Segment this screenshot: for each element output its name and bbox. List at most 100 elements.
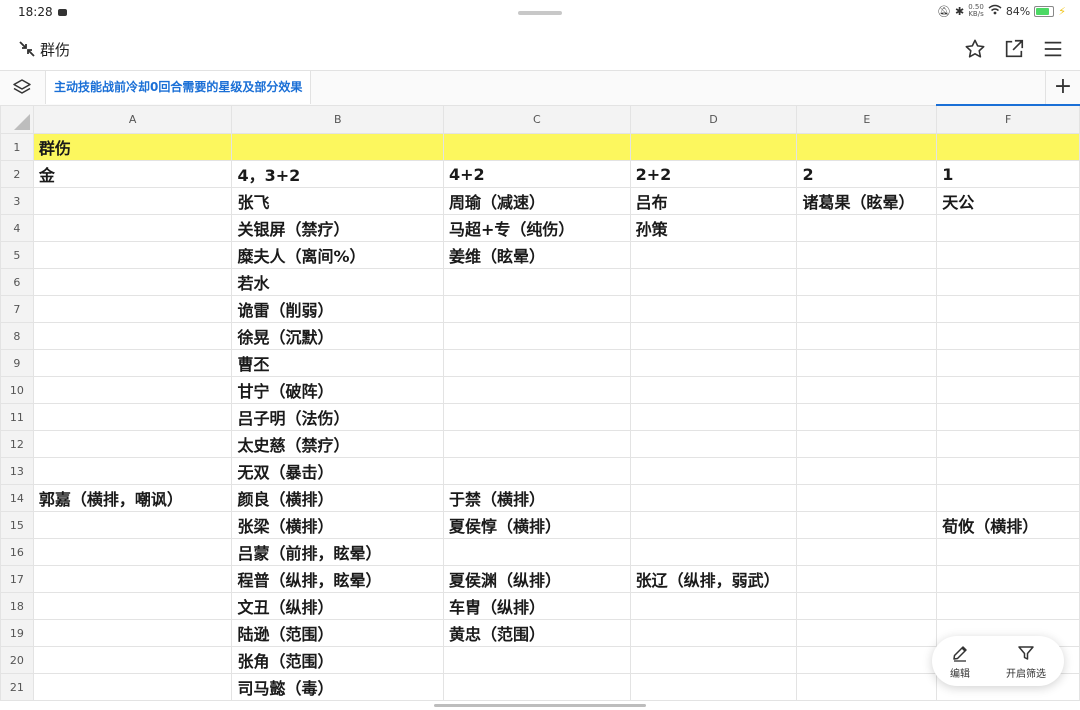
cell-c2[interactable]: 4+2 bbox=[443, 160, 631, 188]
cell-c16[interactable] bbox=[443, 538, 631, 566]
cell-a15[interactable] bbox=[32, 511, 233, 539]
cell-b18[interactable]: 文丑（纵排） bbox=[231, 592, 445, 620]
cell-c3[interactable]: 周瑜（减速） bbox=[443, 187, 631, 215]
cell-d21[interactable] bbox=[629, 673, 798, 701]
cell-a9[interactable] bbox=[32, 349, 233, 377]
cell-b17[interactable]: 程普（纵排，眩晕） bbox=[231, 565, 445, 593]
cell-b16[interactable]: 吕蒙（前排，眩晕） bbox=[231, 538, 445, 566]
cell-d16[interactable] bbox=[629, 538, 798, 566]
cell-a7[interactable] bbox=[32, 295, 233, 323]
multitask-handle[interactable] bbox=[518, 11, 562, 15]
cell-b20[interactable]: 张角（范围） bbox=[231, 646, 445, 674]
menu-icon[interactable] bbox=[1042, 38, 1064, 60]
cell-a18[interactable] bbox=[32, 592, 233, 620]
cell-a14[interactable]: 郭嘉（横排，嘲讽） bbox=[32, 484, 233, 512]
column-header-f[interactable]: F bbox=[936, 104, 1080, 134]
cell-a19[interactable] bbox=[32, 619, 233, 647]
cell-e16[interactable] bbox=[796, 538, 938, 566]
row-header[interactable]: 10 bbox=[0, 376, 34, 404]
cell-c19[interactable]: 黄忠（范围） bbox=[443, 619, 631, 647]
row-header[interactable]: 1 bbox=[0, 133, 34, 161]
cell-b1[interactable] bbox=[231, 133, 445, 161]
cell-d3[interactable]: 吕布 bbox=[629, 187, 798, 215]
row-header[interactable]: 12 bbox=[0, 430, 34, 458]
cell-c10[interactable] bbox=[443, 376, 631, 404]
cell-c17[interactable]: 夏侯渊（纵排） bbox=[443, 565, 631, 593]
cell-d2[interactable]: 2+2 bbox=[629, 160, 798, 188]
cell-e7[interactable] bbox=[796, 295, 938, 323]
select-all-corner[interactable] bbox=[0, 104, 34, 134]
cell-a4[interactable] bbox=[32, 214, 233, 242]
cell-c12[interactable] bbox=[443, 430, 631, 458]
row-header[interactable]: 16 bbox=[0, 538, 34, 566]
cell-e15[interactable] bbox=[796, 511, 938, 539]
cell-d7[interactable] bbox=[629, 295, 798, 323]
row-header[interactable]: 6 bbox=[0, 268, 34, 296]
cell-e11[interactable] bbox=[796, 403, 938, 431]
cell-e10[interactable] bbox=[796, 376, 938, 404]
cell-e21[interactable] bbox=[796, 673, 938, 701]
cell-d1[interactable] bbox=[629, 133, 798, 161]
cell-a21[interactable] bbox=[32, 673, 233, 701]
cell-d4[interactable]: 孙策 bbox=[629, 214, 798, 242]
cell-c9[interactable] bbox=[443, 349, 631, 377]
cell-a6[interactable] bbox=[32, 268, 233, 296]
row-header[interactable]: 9 bbox=[0, 349, 34, 377]
cell-d20[interactable] bbox=[629, 646, 798, 674]
cell-f12[interactable] bbox=[936, 430, 1080, 458]
cell-e9[interactable] bbox=[796, 349, 938, 377]
cell-e4[interactable] bbox=[796, 214, 938, 242]
row-header[interactable]: 20 bbox=[0, 646, 34, 674]
cell-d5[interactable] bbox=[629, 241, 798, 269]
row-header[interactable]: 11 bbox=[0, 403, 34, 431]
cell-f17[interactable] bbox=[936, 565, 1080, 593]
cell-e5[interactable] bbox=[796, 241, 938, 269]
cell-a10[interactable] bbox=[32, 376, 233, 404]
row-header[interactable]: 19 bbox=[0, 619, 34, 647]
cell-e13[interactable] bbox=[796, 457, 938, 485]
row-header[interactable]: 13 bbox=[0, 457, 34, 485]
cell-a11[interactable] bbox=[32, 403, 233, 431]
cell-a16[interactable] bbox=[32, 538, 233, 566]
cell-b15[interactable]: 张梁（横排） bbox=[231, 511, 445, 539]
horizontal-scrollbar[interactable] bbox=[434, 704, 646, 707]
cell-d15[interactable] bbox=[629, 511, 798, 539]
row-header[interactable]: 3 bbox=[0, 187, 34, 215]
row-header[interactable]: 21 bbox=[0, 673, 34, 701]
cell-e1[interactable] bbox=[796, 133, 938, 161]
row-header[interactable]: 15 bbox=[0, 511, 34, 539]
cell-b12[interactable]: 太史慈（禁疗） bbox=[231, 430, 445, 458]
cell-d6[interactable] bbox=[629, 268, 798, 296]
collapse-icon[interactable] bbox=[18, 40, 36, 58]
row-header[interactable]: 5 bbox=[0, 241, 34, 269]
cell-a5[interactable] bbox=[32, 241, 233, 269]
cell-e18[interactable] bbox=[796, 592, 938, 620]
cell-f10[interactable] bbox=[936, 376, 1080, 404]
cell-b5[interactable]: 糜夫人（离间%） bbox=[231, 241, 445, 269]
row-header[interactable]: 8 bbox=[0, 322, 34, 350]
cell-e2[interactable]: 2 bbox=[796, 160, 938, 188]
cell-b7[interactable]: 诡雷（削弱） bbox=[231, 295, 445, 323]
cell-c13[interactable] bbox=[443, 457, 631, 485]
cell-f8[interactable] bbox=[936, 322, 1080, 350]
cell-f16[interactable] bbox=[936, 538, 1080, 566]
cell-b19[interactable]: 陆逊（范围） bbox=[231, 619, 445, 647]
cell-b6[interactable]: 若水 bbox=[231, 268, 445, 296]
cell-e6[interactable] bbox=[796, 268, 938, 296]
cell-f15[interactable]: 荀攸（横排） bbox=[936, 511, 1080, 539]
row-header[interactable]: 18 bbox=[0, 592, 34, 620]
cell-a20[interactable] bbox=[32, 646, 233, 674]
cell-c20[interactable] bbox=[443, 646, 631, 674]
cell-e17[interactable] bbox=[796, 565, 938, 593]
cell-c11[interactable] bbox=[443, 403, 631, 431]
cell-e20[interactable] bbox=[796, 646, 938, 674]
cell-a17[interactable] bbox=[32, 565, 233, 593]
row-header[interactable]: 2 bbox=[0, 160, 34, 188]
cell-c15[interactable]: 夏侯惇（横排） bbox=[443, 511, 631, 539]
cell-b21[interactable]: 司马懿（毒） bbox=[231, 673, 445, 701]
cell-f3[interactable]: 天公 bbox=[936, 187, 1080, 215]
cell-b3[interactable]: 张飞 bbox=[231, 187, 445, 215]
cell-d14[interactable] bbox=[629, 484, 798, 512]
cell-b10[interactable]: 甘宁（破阵） bbox=[231, 376, 445, 404]
cell-d11[interactable] bbox=[629, 403, 798, 431]
